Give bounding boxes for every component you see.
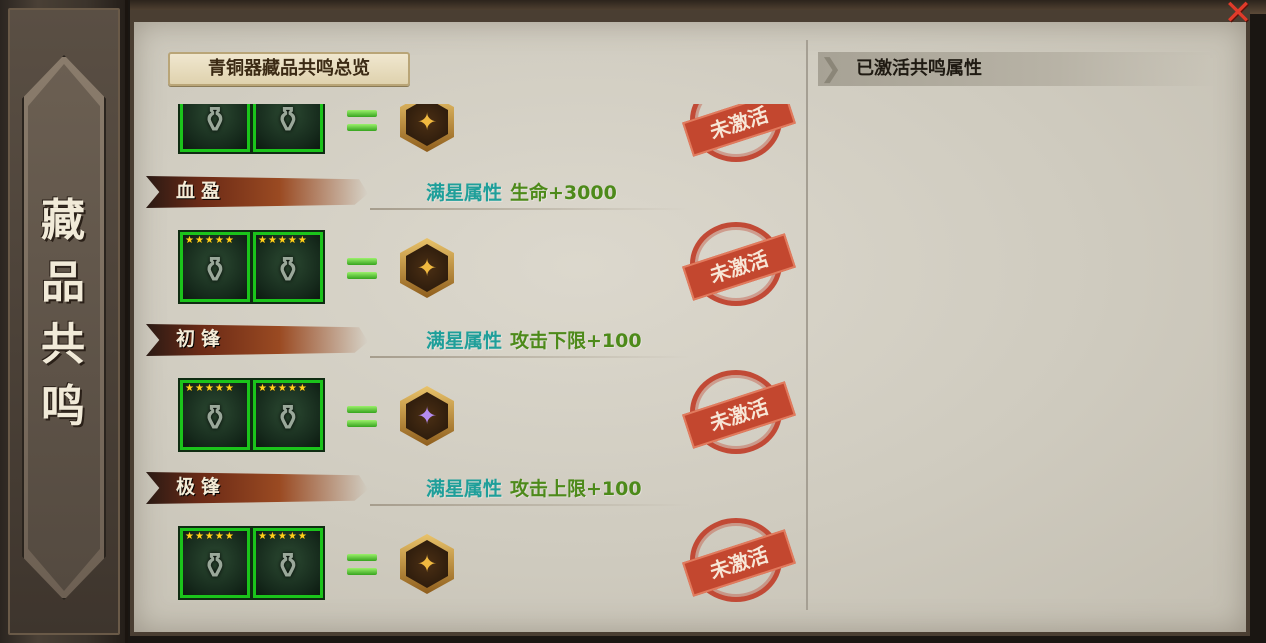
side-title-char-3: 共 <box>41 319 87 370</box>
side-title-char-1: 藏 <box>41 195 87 246</box>
resonance-group: ⚱ ⚱ ✦ 未激活 <box>140 104 804 162</box>
full-star-attribute: 满星属性 攻击下限+100 <box>426 328 642 354</box>
inactive-stamp-label: 未激活 <box>706 394 772 436</box>
resonance-reward-badge[interactable]: ✦ <box>400 104 454 152</box>
bronze-vessel-icon: ⚱ <box>272 398 304 439</box>
collection-item-slot[interactable]: ⚱ <box>178 104 252 154</box>
star-rating: ★★★★★ <box>185 383 235 394</box>
star-rating: ★★★★★ <box>258 531 308 542</box>
collection-overview-title: 青铜器藏品共鸣总览 <box>208 58 370 79</box>
collection-overview-tag: 青铜器藏品共鸣总览 <box>168 52 410 86</box>
group-divider-line <box>370 356 690 358</box>
group-name-banner: 初锋 <box>146 324 368 356</box>
collection-item-slot[interactable]: ★★★★★ ⚱ <box>178 378 252 452</box>
reward-icon: ✦ <box>406 244 448 292</box>
bronze-vessel-icon: ⚱ <box>199 104 231 141</box>
resonance-group: 血盈 满星属性 生命+3000 ★★★★★ ⚱ ★★★★★ ⚱ ✦ 未激活 <box>140 174 804 306</box>
bronze-vessel-icon: ⚱ <box>199 546 231 587</box>
equals-icon <box>347 554 377 578</box>
side-title: 藏 品 共 鸣 <box>0 190 128 438</box>
resonance-reward-badge[interactable]: ✦ <box>400 534 454 594</box>
collection-item-slot[interactable]: ★★★★★ ⚱ <box>178 230 252 304</box>
star-rating: ★★★★★ <box>185 531 235 542</box>
reward-icon: ✦ <box>406 540 448 588</box>
inactive-stamp: 未激活 <box>682 370 796 454</box>
attribute-value: 攻击下限+100 <box>510 330 642 352</box>
group-name: 初锋 <box>176 328 227 350</box>
attribute-value: 生命+3000 <box>510 182 617 204</box>
collection-item-slot[interactable]: ★★★★★ ⚱ <box>251 230 325 304</box>
inactive-stamp: 未激活 <box>682 518 796 602</box>
full-star-attribute: 满星属性 生命+3000 <box>426 180 617 206</box>
equals-icon <box>347 258 377 282</box>
equals-icon <box>347 110 377 134</box>
group-name: 血盈 <box>176 180 227 202</box>
star-rating: ★★★★★ <box>185 235 235 246</box>
bronze-vessel-icon: ⚱ <box>199 398 231 439</box>
star-rating: ★★★★★ <box>258 383 308 394</box>
side-title-char-2: 品 <box>41 257 87 308</box>
attribute-label: 满星属性 <box>426 478 503 500</box>
group-name-banner: 血盈 <box>146 176 368 208</box>
resonance-reward-badge[interactable]: ✦ <box>400 386 454 446</box>
resonance-group: 初锋 满星属性 攻击下限+100 ★★★★★ ⚱ ★★★★★ ⚱ ✦ 未激活 <box>140 322 804 454</box>
inactive-stamp: 未激活 <box>682 104 796 162</box>
close-icon[interactable]: ✕ <box>1220 0 1256 30</box>
reward-icon: ✦ <box>406 392 448 440</box>
bronze-vessel-icon: ⚱ <box>199 250 231 291</box>
resonance-group: 极锋 满星属性 攻击上限+100 ★★★★★ ⚱ ★★★★★ ⚱ ✦ 未激活 <box>140 470 804 606</box>
bronze-vessel-icon: ⚱ <box>272 546 304 587</box>
inactive-stamp: 未激活 <box>682 222 796 306</box>
bronze-vessel-icon: ⚱ <box>272 250 304 291</box>
group-divider-line <box>370 504 690 506</box>
attribute-label: 满星属性 <box>426 330 503 352</box>
collection-item-slot[interactable]: ★★★★★ ⚱ <box>178 526 252 600</box>
collection-item-slot[interactable]: ★★★★★ ⚱ <box>251 378 325 452</box>
group-name: 极锋 <box>176 476 227 498</box>
attribute-label: 满星属性 <box>426 182 503 204</box>
side-title-char-4: 鸣 <box>41 381 87 432</box>
activated-attributes-title: 已激活共鸣属性 <box>856 58 982 79</box>
group-divider-line <box>370 208 690 210</box>
equals-icon <box>347 406 377 430</box>
full-star-attribute: 满星属性 攻击上限+100 <box>426 476 642 502</box>
star-rating: ★★★★★ <box>258 235 308 246</box>
inactive-stamp-label: 未激活 <box>706 246 772 288</box>
inactive-stamp-label: 未激活 <box>706 104 772 144</box>
group-name-banner: 极锋 <box>146 472 368 504</box>
inactive-stamp-label: 未激活 <box>706 542 772 584</box>
bronze-vessel-icon: ⚱ <box>272 104 304 141</box>
collection-item-slot[interactable]: ⚱ <box>251 104 325 154</box>
panel-divider <box>806 40 808 610</box>
side-banner: 藏 品 共 鸣 <box>0 0 128 643</box>
activated-attributes-header: ❯ 已激活共鸣属性 <box>818 52 1218 86</box>
chevron-right-icon: ❯ <box>820 54 842 84</box>
collection-item-slot[interactable]: ★★★★★ ⚱ <box>251 526 325 600</box>
reward-icon: ✦ <box>406 104 448 146</box>
resonance-reward-badge[interactable]: ✦ <box>400 238 454 298</box>
attribute-value: 攻击上限+100 <box>510 478 642 500</box>
resonance-list[interactable]: ⚱ ⚱ ✦ 未激活 血盈 满星属性 生命+3000 ★★★★★ ⚱ ★★★★★ ⚱ <box>140 104 804 606</box>
